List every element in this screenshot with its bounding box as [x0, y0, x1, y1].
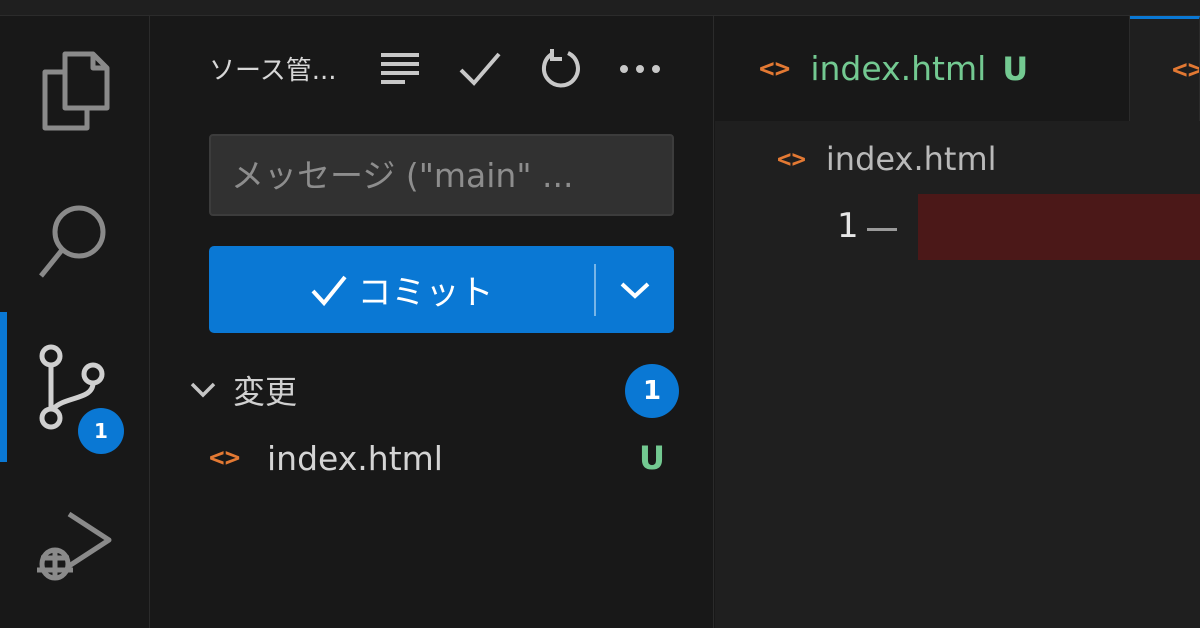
deleted-line-highlight	[918, 194, 1200, 260]
refresh-icon	[541, 49, 580, 88]
chevron-down-icon	[620, 282, 650, 299]
commit-check-button[interactable]	[457, 46, 503, 92]
sidebar-header: ソース管...	[151, 38, 714, 98]
search-icon	[39, 205, 106, 278]
changes-label: 変更	[233, 373, 298, 411]
commit-dropdown-button[interactable]	[596, 246, 674, 333]
tab-diff-active[interactable]: <>	[1130, 16, 1200, 121]
source-control-sidebar: ソース管... メッセージ ("main" ... コミット 変更 1 <> i…	[151, 16, 714, 628]
explorer-button[interactable]	[0, 16, 150, 166]
files-icon	[42, 51, 110, 131]
list-icon	[381, 53, 419, 84]
editor-tab-bar: <> index.html U <>	[715, 16, 1200, 121]
title-bar	[0, 0, 1200, 16]
html-file-icon: <>	[777, 145, 806, 173]
view-as-list-button[interactable]	[377, 46, 423, 92]
check-icon	[459, 52, 501, 86]
html-file-icon: <>	[759, 53, 791, 84]
scm-badge: 1	[78, 408, 124, 454]
code-line-deleted[interactable]: 1	[715, 194, 1200, 260]
changed-file-item[interactable]: <> index.html U	[209, 430, 679, 486]
changes-section-header[interactable]: 変更 1	[189, 360, 679, 420]
file-name: index.html	[267, 438, 443, 478]
sidebar-title: ソース管...	[209, 55, 337, 86]
refresh-button[interactable]	[537, 46, 583, 92]
check-icon	[311, 275, 347, 306]
commit-main-button[interactable]: コミット	[209, 246, 594, 333]
active-indicator	[0, 312, 7, 462]
deletion-marker	[867, 228, 897, 231]
commit-label: コミット	[357, 273, 494, 313]
changes-count-badge: 1	[625, 364, 679, 418]
activity-bar: 1	[0, 16, 150, 628]
commit-button[interactable]: コミット	[209, 246, 674, 333]
chevron-down-icon	[190, 382, 216, 398]
source-control-button[interactable]	[0, 312, 150, 462]
html-file-icon: <>	[209, 443, 241, 473]
breadcrumb[interactable]: <> index.html	[777, 136, 997, 182]
commit-message-input[interactable]	[209, 134, 674, 216]
file-status-untracked: U	[639, 439, 665, 477]
breadcrumb-file-name: index.html	[825, 140, 997, 178]
html-file-icon: <>	[1172, 55, 1199, 85]
ellipsis-icon	[620, 65, 660, 73]
run-debug-button[interactable]	[0, 462, 150, 612]
tab-status-untracked: U	[1002, 49, 1029, 88]
tab-index-html[interactable]: <> index.html U	[715, 16, 1130, 121]
tab-label: index.html	[810, 49, 987, 88]
run-debug-icon	[37, 511, 112, 581]
more-actions-button[interactable]	[617, 46, 663, 92]
search-button[interactable]	[0, 166, 150, 316]
editor-area: <> index.html U <> <> index.html 1	[715, 16, 1200, 628]
line-number: 1	[837, 206, 859, 246]
